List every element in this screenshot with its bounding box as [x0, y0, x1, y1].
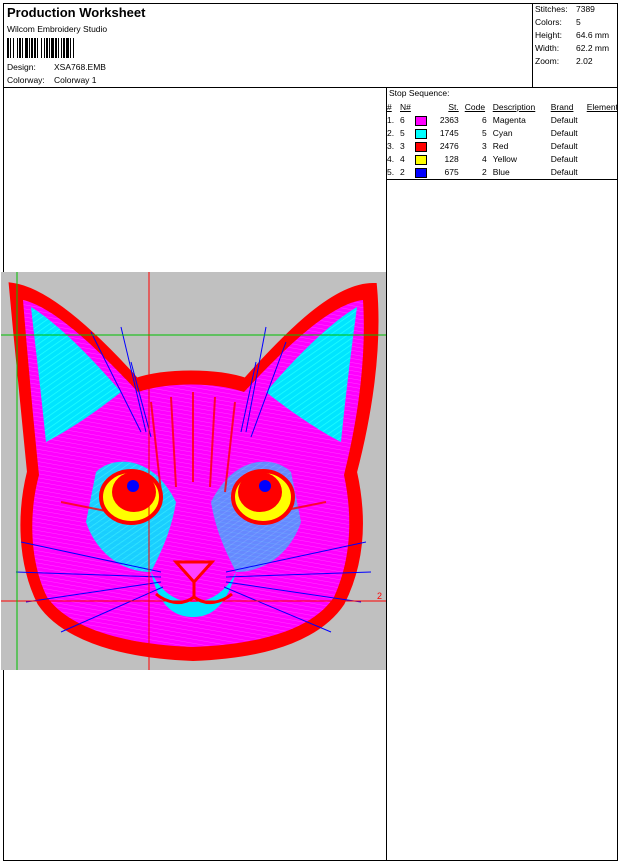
stop-description: Magenta	[492, 115, 526, 125]
stop-stitches: 128	[444, 154, 459, 164]
stop-description: Yellow	[492, 154, 517, 164]
colorway-label: Colorway:	[7, 75, 45, 85]
col-brand: Brand	[550, 102, 574, 112]
header-divider	[3, 87, 617, 88]
stop-brand: Default	[550, 115, 578, 125]
frame-top	[3, 3, 617, 4]
stop-stitches: 2476	[439, 141, 459, 151]
col-element: Element	[586, 102, 618, 112]
col-num: #	[387, 102, 392, 112]
stop-brand: Default	[550, 154, 578, 164]
color-swatch	[414, 167, 427, 178]
stop-brand: Default	[550, 128, 578, 138]
stop-row: 4. 4 128 4 Yellow Default	[387, 153, 618, 166]
stop-needle: 5	[400, 127, 428, 140]
stop-num: 4.	[387, 154, 395, 164]
stop-element	[587, 114, 618, 127]
colorway-value: Colorway 1	[54, 75, 97, 85]
design-barcode	[7, 38, 131, 58]
page-title: Production Worksheet	[7, 5, 146, 20]
stop-row: 2. 5 1745 5 Cyan Default	[387, 127, 618, 140]
stop-num: 2.	[387, 128, 395, 138]
stop-stitches: 675	[444, 167, 459, 177]
software-name: Wilcom Embroidery Studio	[7, 24, 108, 34]
stop-table-header: # N# St. Code Description Brand Element	[387, 101, 618, 114]
col-stitches: St.	[448, 102, 459, 112]
stop-needle: 4	[400, 153, 428, 166]
preview-marker-label: 2	[377, 591, 382, 601]
stop-num: 1.	[387, 115, 395, 125]
stop-row: 1. 6 2363 6 Magenta Default	[387, 114, 618, 127]
stop-element	[587, 127, 618, 140]
stop-description: Red	[492, 141, 509, 151]
left-eye	[99, 469, 163, 525]
stop-needle: 2	[400, 166, 428, 179]
col-needle: N#	[400, 102, 411, 112]
stop-brand: Default	[550, 167, 578, 177]
stop-row: 3. 3 2476 3 Red Default	[387, 140, 618, 153]
stop-code: 5	[482, 128, 487, 138]
design-preview: 2	[1, 272, 386, 670]
stop-element	[587, 166, 618, 179]
stop-code: 2	[482, 167, 487, 177]
stop-num: 5.	[387, 167, 395, 177]
stop-stitches: 1745	[439, 128, 459, 138]
stop-brand: Default	[550, 141, 578, 151]
col-description: Description	[492, 102, 536, 112]
stop-stitches: 2363	[439, 115, 459, 125]
stop-sequence-title: Stop Sequence:	[389, 88, 450, 98]
stats-divider	[532, 3, 533, 87]
color-swatch	[414, 154, 427, 165]
embroidery-design: 2	[1, 272, 386, 670]
stop-needle: 3	[400, 140, 428, 153]
design-value: XSA768.EMB	[54, 62, 106, 72]
stop-code: 4	[482, 154, 487, 164]
design-label: Design:	[7, 62, 36, 72]
stop-element	[587, 140, 618, 153]
panel-divider	[386, 87, 387, 860]
stop-sequence-table: # N# St. Code Description Brand Element …	[387, 101, 618, 179]
stop-num: 3.	[387, 141, 395, 151]
stop-code: 6	[482, 115, 487, 125]
stop-code: 3	[482, 141, 487, 151]
stop-element	[587, 153, 618, 166]
right-eye	[231, 469, 295, 525]
stops-divider	[386, 179, 617, 180]
stop-description: Blue	[492, 167, 510, 177]
barcode-bar	[74, 38, 75, 58]
color-swatch	[414, 115, 427, 126]
color-swatch	[414, 128, 427, 139]
stop-needle: 6	[400, 114, 428, 127]
col-code: Code	[464, 102, 486, 112]
stop-description: Cyan	[492, 128, 513, 138]
color-swatch	[414, 141, 427, 152]
stop-row: 5. 2 675 2 Blue Default	[387, 166, 618, 179]
